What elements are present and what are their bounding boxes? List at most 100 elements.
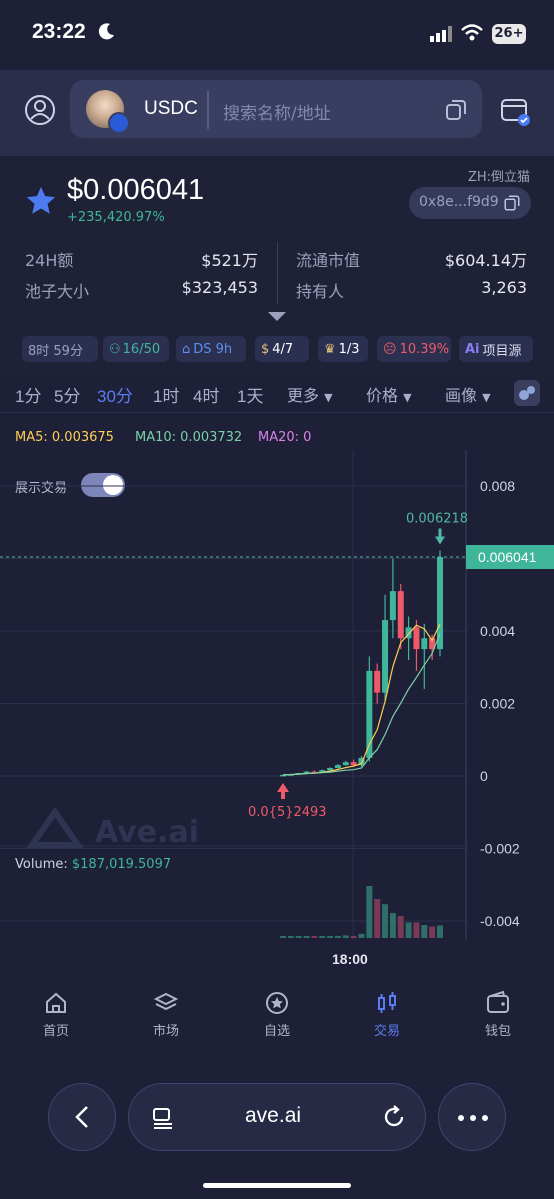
volume-bar <box>342 935 349 938</box>
volume-bar <box>327 936 334 938</box>
metric-label-pool: 池子大小 <box>25 282 90 301</box>
ellipsis-icon <box>458 1115 488 1121</box>
profile-dropdown-label: 画像 <box>445 386 478 405</box>
chip-risk[interactable]: ☹ 10.39% <box>377 336 451 362</box>
tf-1m[interactable]: 1分 <box>15 382 41 407</box>
ma5-label: MA5: 0.003675 <box>15 430 114 445</box>
chip-trophy[interactable]: ♛ 1/3 <box>318 336 368 362</box>
metric-value-pool: $323,453 <box>181 278 258 297</box>
trophy-icon: ♛ <box>324 341 336 357</box>
address-bar[interactable]: ave.ai <box>128 1083 426 1151</box>
volume-bar <box>405 922 412 938</box>
more-options-button[interactable] <box>438 1083 506 1151</box>
volume-bar <box>295 936 302 938</box>
y-tick-label: 0 <box>480 768 488 784</box>
chip-trophy-text: 1/3 <box>338 341 360 357</box>
nav-home-label: 首页 <box>42 1024 69 1039</box>
high-arrow-icon <box>435 528 445 545</box>
candle-body <box>389 591 396 621</box>
url-text[interactable]: ave.ai <box>245 1104 301 1128</box>
battery-badge: 26+ <box>492 24 526 44</box>
metric-label-volume: 24H额 <box>25 251 74 270</box>
nav-market[interactable]: 市场 <box>126 990 206 1039</box>
wallet-icon <box>487 990 509 1013</box>
nav-favorites[interactable]: 自选 <box>237 990 317 1039</box>
tf-4h[interactable]: 4时 <box>193 382 219 407</box>
volume-bar <box>374 899 381 938</box>
tf-30m[interactable]: 30分 <box>97 382 133 407</box>
metric-value-holders: 3,263 <box>481 278 527 297</box>
layers-icon <box>153 992 179 1011</box>
cellular-icon <box>430 26 454 46</box>
reload-icon[interactable] <box>381 1104 407 1130</box>
chip-source[interactable]: Ai 项目源 <box>459 336 533 362</box>
candle-body <box>397 591 404 639</box>
nav-home[interactable]: 首页 <box>16 990 96 1039</box>
chip-holders[interactable]: ⚇ 16/50 <box>103 336 169 362</box>
home-icon <box>46 992 66 1013</box>
profile-dropdown[interactable]: 画像 ▼ <box>445 382 491 406</box>
nav-wallet[interactable]: 钱包 <box>458 990 538 1039</box>
chevron-left-icon <box>75 1106 88 1128</box>
tf-1d[interactable]: 1天 <box>237 382 263 407</box>
chip-moneybag[interactable]: $4/7 <box>255 336 309 362</box>
battery-level: 26+ <box>494 26 524 41</box>
users-icon: ⚇ <box>109 341 121 357</box>
back-button[interactable] <box>48 1083 116 1151</box>
expand-caret-icon[interactable] <box>268 312 286 321</box>
profile-icon[interactable] <box>24 94 56 130</box>
watermark-text: Ave.ai <box>95 815 199 850</box>
y-tick-label: -0.004 <box>480 913 520 929</box>
y-tick-label: -0.002 <box>480 841 520 857</box>
candle-body <box>327 768 334 771</box>
wallet-connect-icon[interactable] <box>500 96 530 130</box>
candle-body <box>334 765 341 769</box>
price-dropdown-label: 价格 <box>366 386 399 405</box>
tf-1h[interactable]: 1时 <box>153 382 179 407</box>
nav-favorites-label: 自选 <box>263 1024 290 1039</box>
volume-bar <box>437 925 443 938</box>
search-token[interactable]: USDC <box>144 98 198 120</box>
copy-icon[interactable] <box>444 98 468 126</box>
status-time: 23:22 <box>32 20 86 43</box>
risk-icon: ☹ <box>383 341 397 357</box>
nav-wallet-label: 钱包 <box>484 1024 511 1039</box>
chevron-down-icon: ▼ <box>403 391 412 404</box>
price-dropdown[interactable]: 价格 ▼ <box>366 382 412 406</box>
favorite-star-icon[interactable] <box>24 184 58 222</box>
copy-address-icon[interactable] <box>503 194 521 216</box>
volume-bar <box>421 925 428 938</box>
more-dropdown[interactable]: 更多 ▼ <box>287 382 333 406</box>
candle-body <box>437 557 443 650</box>
search-placeholder[interactable]: 搜索名称/地址 <box>223 99 331 124</box>
volume-label: Volume: $187,019.5097 <box>15 857 171 872</box>
price-chart[interactable]: 0.008 0.004 0.002 0 -0.002 -0.004 Ave.ai 0.0060… <box>0 450 554 980</box>
candle-icon <box>378 992 396 1013</box>
wifi-icon <box>460 24 484 46</box>
toolbar-divider <box>0 412 554 413</box>
chain-badge-icon <box>108 112 130 134</box>
volume-bar <box>287 936 294 938</box>
chip-risk-text: 10.39% <box>399 341 450 357</box>
candle-body <box>382 620 389 693</box>
metric-label-holders: 持有人 <box>296 282 345 301</box>
chip-ds[interactable]: ⌂ DS 9h <box>176 336 246 362</box>
tf-5m[interactable]: 5分 <box>54 382 80 407</box>
chip-holders-text: 16/50 <box>122 341 161 357</box>
chip-source-text: 项目源 <box>482 343 522 359</box>
indicator-settings-icon[interactable] <box>514 380 540 406</box>
token-price: $0.006041 <box>67 174 205 206</box>
chip-age[interactable]: 8时 59分 <box>22 336 98 362</box>
metric-value-volume: $521万 <box>201 251 258 270</box>
low-arrow-icon <box>277 783 289 799</box>
address-pill[interactable]: 0x8e...f9d9 <box>409 187 531 219</box>
chevron-down-icon: ▼ <box>482 391 491 404</box>
candle-body <box>413 627 420 650</box>
reader-icon[interactable] <box>151 1106 175 1130</box>
low-price-label: 0.0{5}2493 <box>248 805 327 820</box>
nav-trade[interactable]: 交易 <box>347 990 427 1039</box>
candle-body <box>342 762 349 766</box>
high-price-label: 0.006218 <box>406 512 468 527</box>
candle-body <box>374 670 381 693</box>
moon-icon <box>98 22 116 44</box>
